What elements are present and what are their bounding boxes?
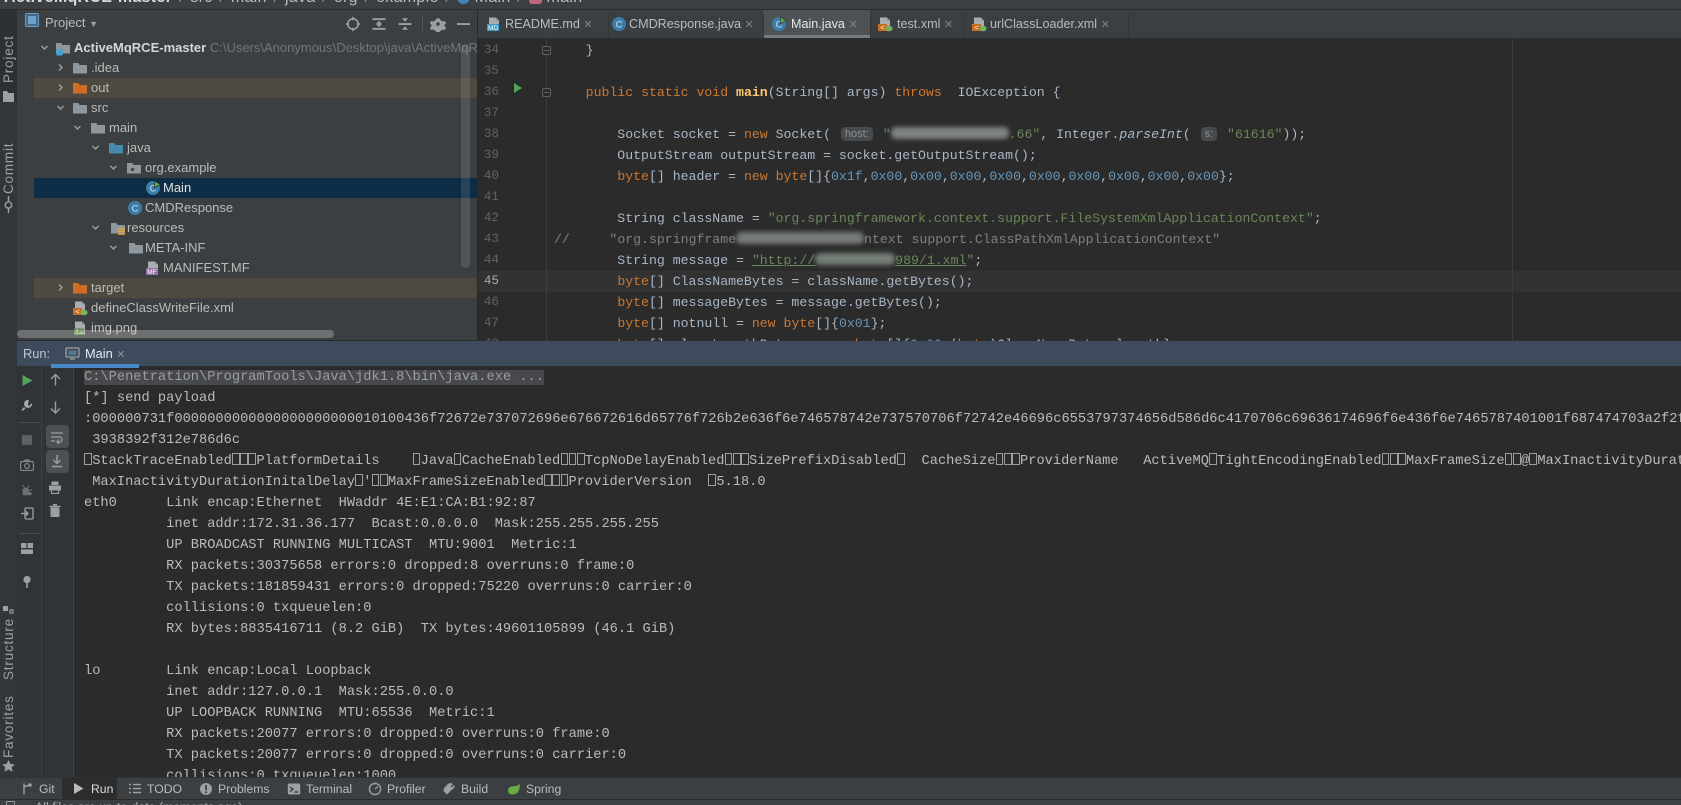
- svg-text:C: C: [616, 20, 623, 31]
- svg-text:C: C: [132, 204, 139, 215]
- svg-text:Project: Project: [1, 35, 16, 83]
- svg-text:Structure: Structure: [1, 618, 16, 680]
- svg-text:<: <: [75, 309, 80, 316]
- svg-text:Favorites: Favorites: [1, 695, 16, 758]
- svg-text:Commit: Commit: [1, 143, 16, 194]
- svg-text:MD: MD: [488, 25, 498, 32]
- svg-text:MF: MF: [147, 269, 156, 276]
- svg-text:<: <: [880, 25, 885, 32]
- svg-text:<: <: [974, 25, 979, 32]
